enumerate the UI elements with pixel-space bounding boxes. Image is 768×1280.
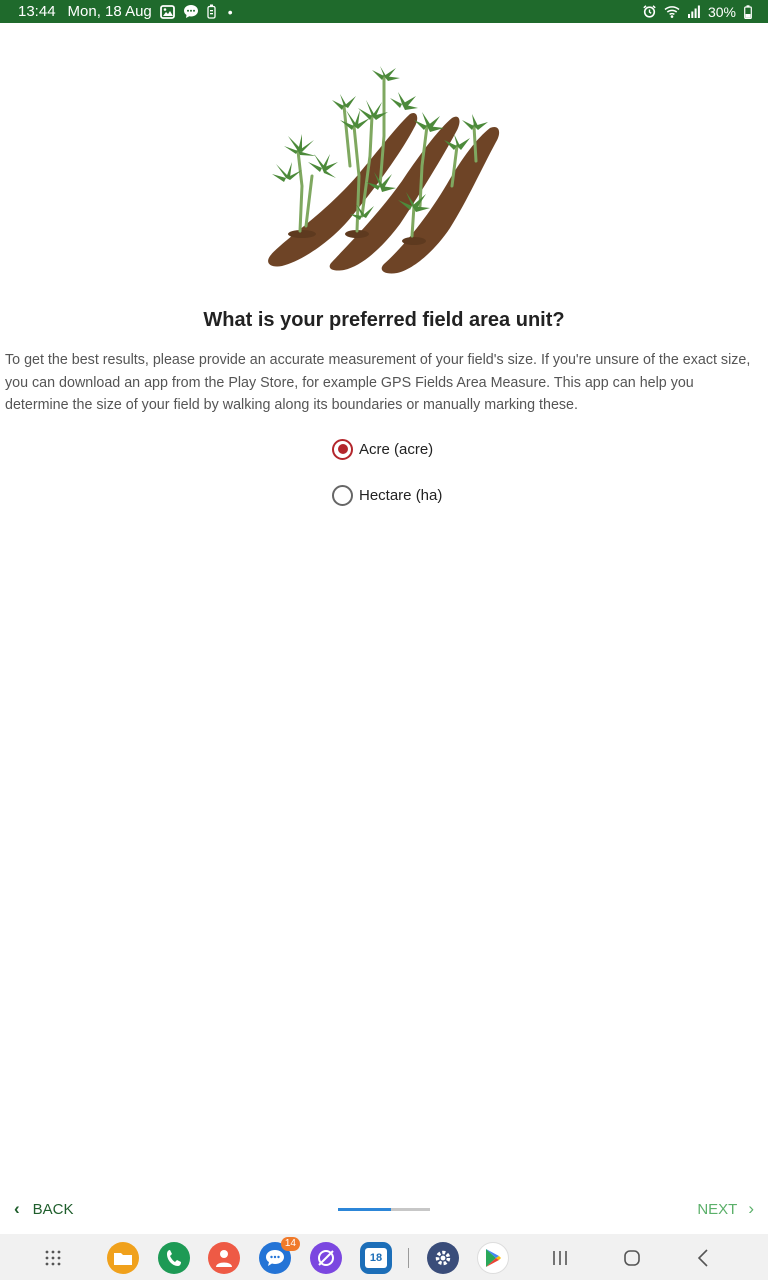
- radio-label-hectare[interactable]: Hectare (ha): [359, 487, 442, 504]
- home-icon[interactable]: [616, 1242, 648, 1274]
- apps-grid-icon[interactable]: [38, 1242, 70, 1274]
- radio-option-hectare[interactable]: Hectare (ha): [332, 482, 442, 508]
- phone-icon[interactable]: [158, 1242, 190, 1274]
- battery-icon: [744, 4, 752, 19]
- status-date: Mon, 18 Aug: [67, 3, 152, 20]
- back-button-label: BACK: [32, 1200, 74, 1218]
- progress-bar-fill: [338, 1208, 392, 1211]
- next-button[interactable]: NEXT ›: [697, 1199, 754, 1219]
- question-description: To get the best results, please provide …: [5, 352, 751, 413]
- status-left: 13:44 Mon, 18 Aug •: [18, 3, 233, 20]
- progress-bar: [338, 1208, 430, 1211]
- screen: 13:44 Mon, 18 Aug • 30% What is your pre…: [0, 0, 768, 1280]
- my-files-icon[interactable]: [107, 1242, 139, 1274]
- gallery-notification-icon: [159, 4, 175, 19]
- system-nav-bar: 14 18: [0, 1234, 768, 1280]
- question-title: What is your preferred field area unit?: [203, 309, 565, 331]
- cassava-field-illustration: [262, 66, 506, 280]
- unit-radio-group: Acre (acre) Hectare (ha): [332, 436, 442, 508]
- status-time: 13:44: [18, 3, 56, 20]
- calendar-day: 18: [365, 1248, 387, 1268]
- calendar-icon[interactable]: 18: [360, 1242, 392, 1274]
- status-right: 30%: [643, 4, 752, 20]
- signal-icon: [687, 5, 700, 18]
- wizard-footer: ‹ BACK NEXT ›: [0, 1196, 768, 1226]
- messages-badge: 14: [280, 1237, 300, 1251]
- back-icon[interactable]: [688, 1242, 720, 1274]
- dock-divider: [408, 1248, 409, 1268]
- status-bar: 13:44 Mon, 18 Aug • 30%: [0, 0, 768, 23]
- settings-icon[interactable]: [427, 1242, 459, 1274]
- play-store-icon[interactable]: [477, 1242, 509, 1274]
- back-button[interactable]: ‹ BACK: [14, 1199, 74, 1219]
- chevron-right-icon: ›: [748, 1199, 754, 1218]
- radio-button-acre[interactable]: [332, 438, 353, 460]
- radio-label-acre[interactable]: Acre (acre): [359, 441, 433, 458]
- recents-icon[interactable]: [544, 1242, 576, 1274]
- status-dot-icon: •: [227, 3, 233, 20]
- contacts-icon[interactable]: [208, 1242, 240, 1274]
- radio-option-acre[interactable]: Acre (acre): [332, 436, 442, 462]
- messages-icon[interactable]: 14: [259, 1237, 300, 1274]
- next-button-label: NEXT: [697, 1200, 738, 1218]
- wifi-icon: [664, 5, 680, 18]
- internet-icon[interactable]: [310, 1242, 342, 1274]
- radio-button-hectare[interactable]: [332, 484, 353, 506]
- alarm-icon: [643, 5, 656, 18]
- battery-saver-icon: [207, 4, 216, 19]
- chat-notification-icon: [183, 4, 199, 19]
- battery-percent: 30%: [707, 3, 736, 20]
- chevron-left-icon: ‹: [14, 1199, 20, 1218]
